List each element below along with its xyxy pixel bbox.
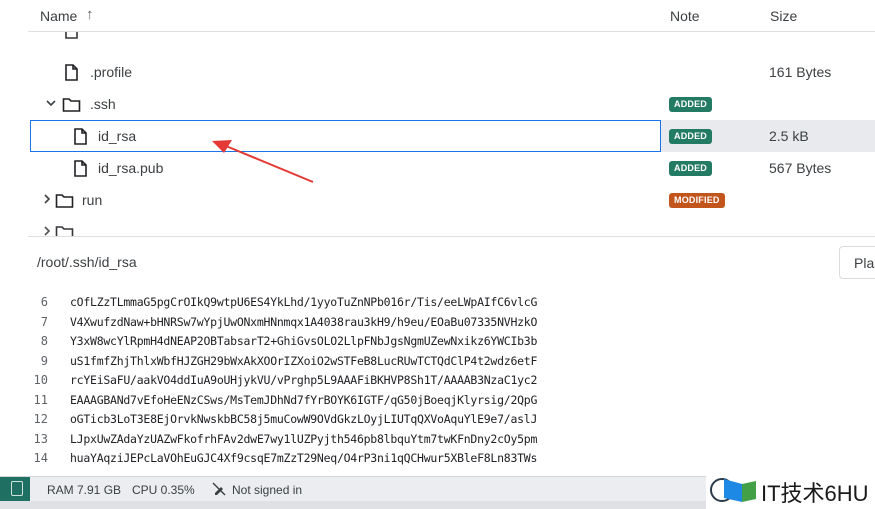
tree-row-id-rsa-pub[interactable]: id_rsa.pub ADDED 567 Bytes bbox=[0, 152, 875, 184]
code-line: 13 LJpxUwZAdaYzUAZwFkofrhFAv2dwE7wy1lUZPy… bbox=[28, 429, 875, 448]
file-icon bbox=[62, 32, 80, 39]
line-text: EAAAGBANd7vEfoHeENzCSws/MsTemJDhNd7fYrBO… bbox=[70, 392, 538, 407]
file-tree: .profile 161 Bytes .ssh ADDED id_rsa ADD… bbox=[0, 32, 875, 236]
tree-row-ssh[interactable]: .ssh ADDED bbox=[0, 88, 875, 120]
column-header-note[interactable]: Note bbox=[670, 8, 700, 24]
file-content-viewer[interactable]: 6 cOfLZzTLmmaG5pgCrOIkQ9wtpU6ES4YkLhd/1yy… bbox=[28, 292, 875, 470]
line-text: V4XwufzdNaw+bHNRSw7wYpjUwONxmHNnmqx1A403… bbox=[70, 314, 538, 329]
sort-arrow-up-icon[interactable]: ↑ bbox=[86, 6, 94, 23]
play-button[interactable]: Pla bbox=[839, 246, 875, 279]
folder-name: .ssh bbox=[90, 96, 116, 112]
panel-toggle-icon[interactable] bbox=[0, 477, 30, 502]
status-badge-added: ADDED bbox=[669, 97, 713, 112]
watermark-logo: IT技术6HU bbox=[706, 468, 875, 509]
line-number: 14 bbox=[33, 451, 48, 465]
folder-icon bbox=[55, 192, 74, 209]
line-text: Y3xW8wcYlRpmH4dNEAP2OBTabsarT2+GhiGvsOLO… bbox=[70, 334, 538, 348]
status-badge-added: ADDED bbox=[669, 161, 713, 176]
pen-off-icon bbox=[212, 482, 226, 496]
folder-icon bbox=[55, 224, 74, 236]
line-number: 9 bbox=[40, 353, 48, 368]
code-line: 10 rcYEiSaFU/aakVO4ddIuA9oUHjykVU/vPrghp5… bbox=[28, 370, 875, 389]
line-number: 7 bbox=[40, 314, 48, 329]
line-number: 11 bbox=[33, 392, 48, 407]
code-line: 9 uS1fmfZhjThlxWbfHJZGH29bWxAkXOOrIZXoiO2… bbox=[28, 351, 875, 370]
code-line: 8 Y3xW8wcYlRpmH4dNEAP2OBTabsarT2+GhiGvsOL… bbox=[28, 331, 875, 350]
file-name: id_rsa.pub bbox=[98, 160, 164, 176]
code-line: 7 V4XwufzdNaw+bHNRSw7wYpjUwONxmHNnmqx1A40… bbox=[28, 312, 875, 331]
file-size: 567 Bytes bbox=[769, 160, 832, 176]
line-number: 6 bbox=[40, 295, 48, 309]
line-text: uS1fmfZhjThlxWbfHJZGH29bWxAkXOOrIZXoiO2w… bbox=[70, 353, 538, 368]
tree-row-hidden[interactable] bbox=[0, 216, 875, 236]
file-tree-header: Name ↑ Note Size bbox=[28, 0, 875, 32]
tree-row-profile[interactable]: .profile 161 Bytes bbox=[0, 56, 875, 88]
file-name: .profile bbox=[90, 64, 133, 80]
file-size: 161 Bytes bbox=[769, 64, 832, 80]
line-number: 10 bbox=[33, 373, 48, 387]
tree-row-hidden[interactable] bbox=[0, 32, 875, 46]
chevron-right-icon[interactable] bbox=[40, 192, 54, 206]
column-header-size[interactable]: Size bbox=[770, 8, 797, 24]
line-text: oGTicb3LoT3E8EjOrvkNwskbBC58j5muCowW9OVd… bbox=[70, 412, 538, 426]
ram-usage: RAM 7.91 GB bbox=[47, 483, 122, 497]
sign-in-status[interactable]: Not signed in bbox=[232, 483, 302, 497]
code-line: 11 EAAAGBANd7vEfoHeENzCSws/MsTemJDhNd7fYr… bbox=[28, 390, 875, 409]
chevron-down-icon[interactable] bbox=[44, 96, 58, 110]
folder-name: run bbox=[82, 192, 103, 208]
status-badge-added: ADDED bbox=[669, 129, 713, 144]
chevron-right-icon[interactable] bbox=[40, 224, 54, 236]
code-line: 12 oGTicb3LoT3E8EjOrvkNwskbBC58j5muCowW9O… bbox=[28, 409, 875, 428]
line-number: 13 bbox=[33, 431, 48, 446]
watermark-text: IT技术6HU bbox=[761, 481, 869, 506]
app-window: Name ↑ Note Size .profile 161 Bytes .ssh… bbox=[0, 0, 875, 509]
file-size: 2.5 kB bbox=[769, 128, 809, 144]
line-number: 12 bbox=[33, 412, 48, 426]
code-line: 6 cOfLZzTLmmaG5pgCrOIkQ9wtpU6ES4YkLhd/1yy… bbox=[28, 292, 875, 311]
line-text: cOfLZzTLmmaG5pgCrOIkQ9wtpU6ES4YkLhd/1yyo… bbox=[70, 295, 538, 309]
file-path-bar: /root/.ssh/id_rsa Pla bbox=[28, 236, 875, 288]
file-path: /root/.ssh/id_rsa bbox=[37, 254, 137, 270]
file-icon bbox=[71, 160, 89, 177]
line-text: huaYAqziJEPcLaVOhEuGJC4Xf9csqE7mZzT29Neq… bbox=[70, 451, 538, 465]
code-line: 14 huaYAqziJEPcLaVOhEuGJC4Xf9csqE7mZzT29N… bbox=[28, 448, 875, 467]
folder-icon bbox=[62, 96, 81, 113]
line-number: 8 bbox=[40, 334, 48, 348]
column-header-name[interactable]: Name bbox=[40, 8, 77, 24]
file-icon bbox=[71, 128, 89, 145]
cpu-usage: CPU 0.35% bbox=[132, 483, 195, 497]
tree-row-run[interactable]: run MODIFIED bbox=[0, 184, 875, 216]
status-badge-modified: MODIFIED bbox=[669, 193, 725, 208]
file-name: id_rsa bbox=[98, 128, 137, 144]
file-icon bbox=[62, 64, 80, 81]
tree-row-id-rsa[interactable]: id_rsa ADDED 2.5 kB bbox=[0, 120, 875, 152]
line-text: rcYEiSaFU/aakVO4ddIuA9oUHjykVU/vPrghp5L9… bbox=[70, 373, 538, 387]
line-text: LJpxUwZAdaYzUAZwFkofrhFAv2dwE7wy1lUZPyjt… bbox=[70, 431, 538, 446]
